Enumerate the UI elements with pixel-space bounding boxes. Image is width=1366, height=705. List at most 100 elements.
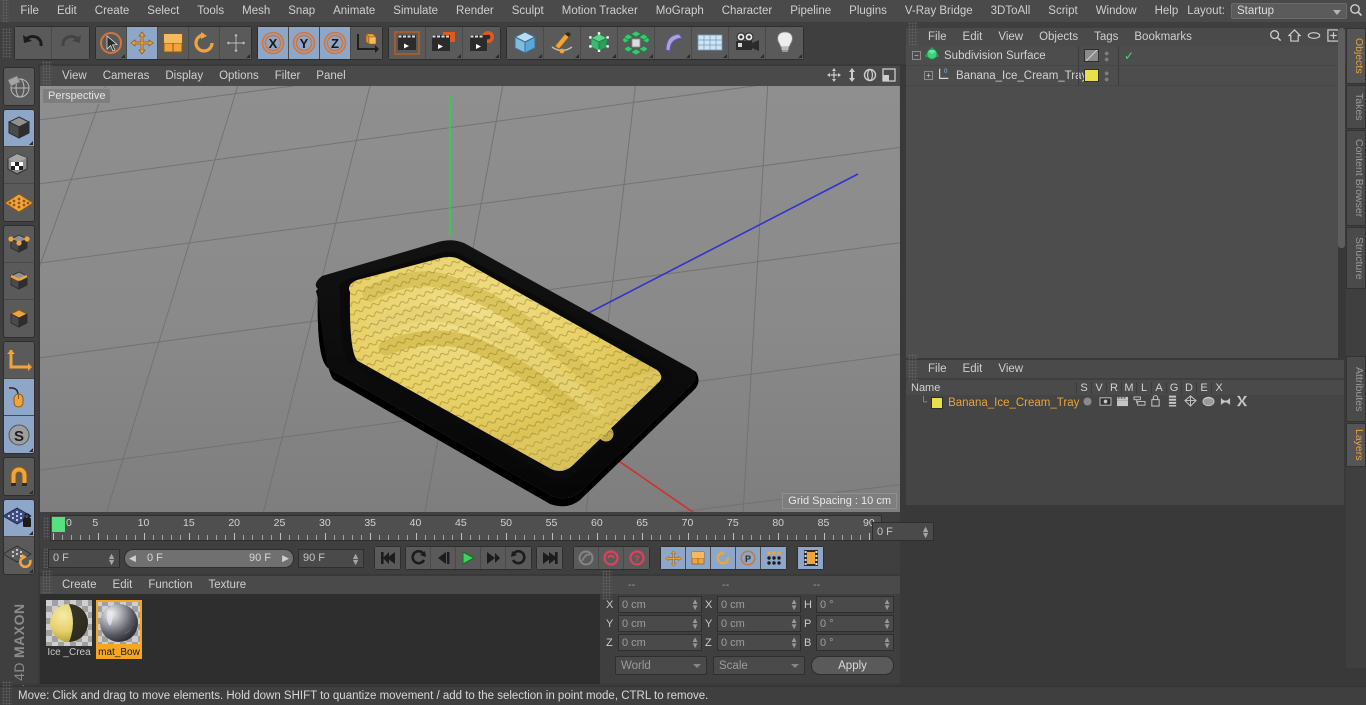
goto-start-button[interactable] bbox=[375, 547, 400, 569]
cube-primitive-button[interactable] bbox=[507, 27, 544, 59]
solo-dot-icon[interactable] bbox=[1082, 396, 1093, 410]
menu-plugins[interactable]: Plugins bbox=[840, 0, 896, 22]
material-menu-texture[interactable]: Texture bbox=[200, 579, 254, 591]
objmgr-menu-file[interactable]: File bbox=[920, 31, 955, 43]
size-y-field[interactable]: 0 cm ▲ ▼ bbox=[717, 615, 801, 632]
record-scale-button[interactable] bbox=[686, 547, 711, 569]
scene-floor-button[interactable] bbox=[692, 27, 729, 59]
generator-icon[interactable] bbox=[1184, 395, 1197, 410]
layer-color-swatch[interactable] bbox=[931, 396, 944, 409]
viewport-menu-filter[interactable]: Filter bbox=[267, 70, 309, 82]
stepper-icon[interactable]: ▲ ▼ bbox=[921, 525, 930, 540]
camera-button[interactable] bbox=[729, 27, 766, 59]
size-z-field[interactable]: 0 cm ▲ ▼ bbox=[717, 634, 801, 651]
spline-pen-button[interactable] bbox=[544, 27, 581, 59]
stepper-icon[interactable]: ▲ ▼ bbox=[351, 551, 360, 566]
objmgr-menu-objects[interactable]: Objects bbox=[1031, 31, 1086, 43]
max-frame-field[interactable]: 90 F ▲ ▼ bbox=[298, 548, 364, 568]
menu-render[interactable]: Render bbox=[447, 0, 503, 22]
preview-range-slider[interactable]: ◀ 0 F 90 F ▶ bbox=[124, 548, 294, 568]
objmgr-menu-tags[interactable]: Tags bbox=[1086, 31, 1126, 43]
visibility-dots-icon[interactable]: ● ● bbox=[1104, 48, 1109, 63]
viewport-menu-panel[interactable]: Panel bbox=[308, 70, 353, 82]
stepper-icon[interactable]: ▲ ▼ bbox=[790, 598, 798, 612]
menu-snap[interactable]: Snap bbox=[279, 0, 324, 22]
layer-col-g[interactable]: G bbox=[1166, 381, 1181, 394]
layer-list-body[interactable] bbox=[906, 395, 1344, 505]
objmgr-menu-edit[interactable]: Edit bbox=[955, 31, 991, 43]
generator-nurbs-button[interactable] bbox=[581, 27, 618, 59]
menu-3dtoall[interactable]: 3DToAll bbox=[982, 0, 1040, 22]
stepper-icon[interactable]: ▲ ▼ bbox=[883, 598, 891, 612]
scene-filter-icon[interactable] bbox=[1307, 29, 1321, 45]
position-z-field[interactable]: 0 cm ▲ ▼ bbox=[618, 634, 702, 651]
material-item[interactable]: mat_Bow bbox=[96, 600, 142, 678]
stepper-icon[interactable]: ▲ ▼ bbox=[691, 617, 699, 631]
light-button[interactable] bbox=[766, 27, 803, 59]
layer-col-s[interactable]: S bbox=[1076, 381, 1091, 394]
tab-takes[interactable]: Takes bbox=[1346, 85, 1366, 129]
menu-sculpt[interactable]: Sculpt bbox=[503, 0, 553, 22]
edge-mode-icon[interactable] bbox=[4, 263, 34, 300]
axis-modify-icon[interactable] bbox=[4, 342, 34, 379]
search-icon[interactable] bbox=[1269, 29, 1282, 45]
rotation-h-field[interactable]: 0 ° ▲ ▼ bbox=[816, 596, 894, 613]
expander-toggle[interactable]: + bbox=[924, 71, 933, 80]
live-selection-button[interactable] bbox=[96, 27, 127, 59]
maximize-view-icon[interactable] bbox=[882, 68, 896, 85]
layer-row[interactable]: └ Banana_Ice_Cream_Tray bbox=[906, 395, 1344, 410]
model-mode-icon[interactable] bbox=[4, 110, 34, 147]
layer-col-e[interactable]: E bbox=[1196, 381, 1211, 394]
position-x-field[interactable]: 0 cm ▲ ▼ bbox=[618, 596, 702, 613]
magnet-icon[interactable] bbox=[4, 458, 34, 495]
toolbar-grip-1[interactable] bbox=[2, 28, 12, 58]
material-thumbnail[interactable] bbox=[96, 600, 142, 646]
record-position-button[interactable] bbox=[661, 547, 686, 569]
home-icon[interactable] bbox=[1287, 29, 1302, 45]
menu-create[interactable]: Create bbox=[86, 0, 139, 22]
viewport-3d[interactable]: Y Z X Perspective Grid Spacing : 10 cm bbox=[40, 86, 900, 512]
objmgr-menu-bookmarks[interactable]: Bookmarks bbox=[1126, 31, 1200, 43]
rotate-tool-button[interactable] bbox=[189, 27, 220, 59]
rotate-view-icon[interactable] bbox=[863, 68, 877, 85]
tab-attributes[interactable]: Attributes bbox=[1346, 356, 1366, 422]
scrollbar-thumb[interactable] bbox=[1338, 28, 1345, 248]
move-tool-button[interactable] bbox=[127, 27, 158, 59]
apply-button[interactable]: Apply bbox=[811, 656, 895, 675]
size-mode-dropdown[interactable]: Scale bbox=[713, 656, 806, 675]
axis-z-button[interactable]: Z bbox=[320, 27, 351, 59]
rotation-b-field[interactable]: 0 ° ▲ ▼ bbox=[816, 634, 894, 651]
menu-script[interactable]: Script bbox=[1039, 0, 1086, 22]
stepper-icon[interactable]: ▲ ▼ bbox=[790, 617, 798, 631]
laymgr-menu-edit[interactable]: Edit bbox=[955, 363, 991, 375]
stepper-icon[interactable]: ▲ ▼ bbox=[107, 551, 116, 566]
lock-workplane-icon[interactable] bbox=[4, 500, 34, 537]
play-forwards-button[interactable] bbox=[506, 547, 531, 569]
polygon-grid-icon[interactable] bbox=[4, 184, 34, 221]
menu-character[interactable]: Character bbox=[713, 0, 782, 22]
objmgr-menu-view[interactable]: View bbox=[990, 31, 1031, 43]
object-row-subdivision-surface[interactable]: − Subdivision Surface ● ● ✓ bbox=[906, 46, 1344, 66]
coordinate-system-dropdown[interactable]: World bbox=[615, 656, 708, 675]
menu-file[interactable]: File bbox=[11, 0, 48, 22]
record-parameter-button[interactable] bbox=[761, 547, 786, 569]
stepper-icon[interactable]: ▲ ▼ bbox=[691, 598, 699, 612]
tab-layers[interactable]: Layers bbox=[1346, 423, 1366, 467]
expander-toggle[interactable]: − bbox=[912, 51, 921, 60]
axis-y-button[interactable]: Y bbox=[289, 27, 320, 59]
menu-vray-bridge[interactable]: V-Ray Bridge bbox=[896, 0, 982, 22]
position-y-field[interactable]: 0 cm ▲ ▼ bbox=[618, 615, 702, 632]
enabled-check-icon[interactable]: ✓ bbox=[1124, 49, 1134, 63]
axis-x-button[interactable]: X bbox=[258, 27, 289, 59]
point-mode-icon[interactable] bbox=[4, 226, 34, 263]
timeline-playhead[interactable] bbox=[52, 517, 65, 532]
layer-col-d[interactable]: D bbox=[1181, 381, 1196, 394]
animation-mode-button[interactable] bbox=[798, 547, 823, 569]
animation-icon[interactable] bbox=[1168, 395, 1177, 410]
object-manager-scrollbar[interactable] bbox=[1338, 28, 1345, 358]
record-rotation-button[interactable] bbox=[711, 547, 736, 569]
object-tag-swatch[interactable] bbox=[1084, 49, 1099, 62]
layout-dropdown[interactable]: Startup bbox=[1230, 3, 1347, 19]
menu-window[interactable]: Window bbox=[1087, 0, 1146, 22]
deformer-bend-button[interactable] bbox=[655, 27, 692, 59]
